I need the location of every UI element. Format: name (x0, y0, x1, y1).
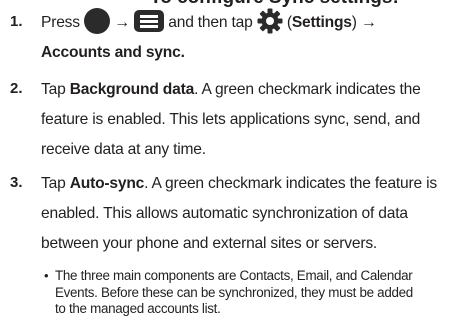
step-text-then: and then tap (168, 14, 253, 31)
step-text-paren-close: ) (351, 14, 357, 31)
step-2-line-3: receive data at any time. (41, 141, 206, 158)
step-text-lead: Tap (41, 81, 70, 98)
home-key-icon (84, 7, 111, 34)
step-number: 3. (10, 174, 23, 191)
bullet-dot: • (44, 268, 49, 283)
step-text-rest: . A green checkmark indicates the featur… (144, 175, 437, 192)
step-3-line-2: enabled. This allows automatic synchroni… (41, 205, 408, 222)
step-3-line-3: between your phone and external sites or… (41, 235, 378, 252)
bullet-line-2: Events. Before these can be synchronized… (55, 284, 413, 300)
step-text-rest: . A green checkmark indicates the (194, 81, 421, 98)
step-2-line-1: Tap Background data. A green checkmark i… (41, 75, 461, 105)
step-number: 2. (10, 80, 23, 97)
step-2-line-2: feature is enabled. This lets applicatio… (41, 111, 421, 128)
step-3-line-1: Tap Auto-sync. A green checkmark indicat… (41, 169, 461, 199)
step-text: Press → and then tap (Settings) → Accoun… (41, 7, 461, 68)
step-text: Tap Auto-sync. A green checkmark indicat… (41, 169, 461, 259)
auto-sync-label: Auto-sync (69, 175, 145, 192)
bullet-line-3: to the managed accounts list. (55, 301, 221, 317)
accounts-sync-period: . (180, 44, 185, 61)
step-1-line-2: Accounts and sync. (41, 38, 461, 68)
step-number: 1. (10, 13, 23, 30)
step-text-lead: Tap (41, 175, 70, 192)
step-1-line-1: Press → and then tap (Settings) → (41, 7, 461, 38)
step-text-press: Press (41, 14, 80, 31)
accounts-sync-label: Accounts and sync (41, 44, 181, 61)
arrow-icon: → (360, 14, 377, 31)
menu-key-icon (134, 10, 165, 33)
step-text: Tap Background data. A green checkmark i… (41, 75, 461, 165)
bullet-note: • The three main components are Contacts… (44, 268, 465, 318)
settings-label: Settings (291, 14, 352, 31)
settings-gear-icon (257, 8, 283, 34)
bullet-line-1: The three main components are Contacts, … (55, 268, 413, 283)
background-data-label: Background data (69, 81, 195, 98)
arrow-icon: → (114, 14, 130, 31)
